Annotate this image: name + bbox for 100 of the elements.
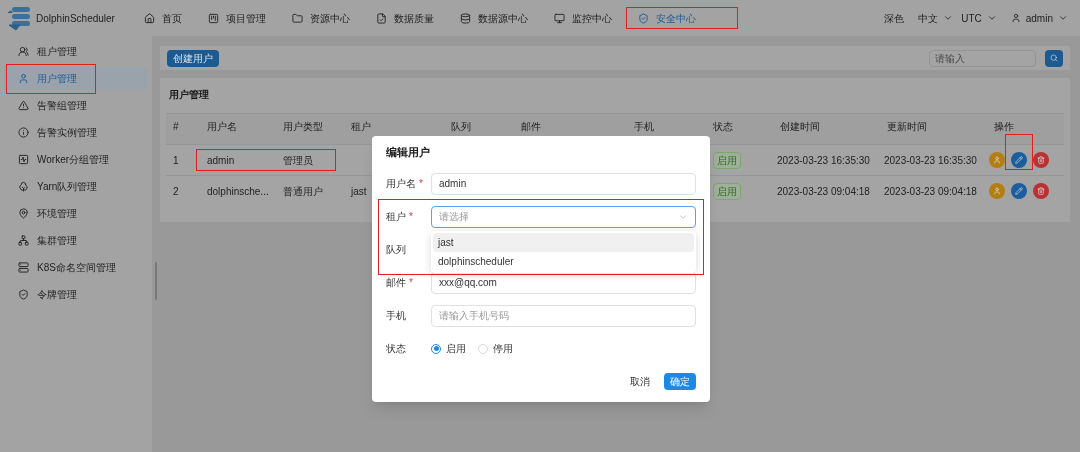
required-mark: * <box>409 276 413 290</box>
nav-tab[interactable]: 数据源中心 <box>448 8 540 28</box>
search-button[interactable] <box>1045 49 1063 67</box>
sidebar-item[interactable]: 告警实例管理 <box>5 121 147 143</box>
field-label: 队列 <box>386 243 406 257</box>
field-label: 状态 <box>386 342 406 356</box>
text-field[interactable]: admin <box>431 172 696 195</box>
search-icon <box>1050 54 1058 62</box>
delete-button[interactable] <box>1033 152 1049 168</box>
shield-icon <box>18 288 29 300</box>
authorize-button[interactable] <box>989 183 1005 199</box>
sidebar-item[interactable]: Yarn队列管理 <box>5 175 147 197</box>
nav-tab[interactable]: 监控中心 <box>542 8 624 28</box>
user-icon <box>18 72 29 84</box>
nav-tab[interactable]: 首页 <box>132 8 194 28</box>
users-icon <box>18 45 29 57</box>
user-menu[interactable]: admin <box>1010 10 1068 26</box>
timezone-select[interactable]: UTC <box>961 10 997 26</box>
logo-text: DolphinScheduler <box>36 11 115 26</box>
nav-tab[interactable]: 数据质量 <box>364 8 446 28</box>
pencil-icon <box>1015 187 1023 195</box>
chevron-icon <box>1058 13 1068 23</box>
table-cell: jast <box>351 185 367 197</box>
column-header: 状态 <box>713 121 733 132</box>
chart-icon <box>18 153 29 165</box>
nav-tab[interactable]: 项目管理 <box>196 8 278 28</box>
plant-icon <box>18 180 29 192</box>
column-header: 更新时间 <box>887 121 927 132</box>
trash-icon <box>1037 156 1045 164</box>
table-cell: 2023-03-23 09:04:18 <box>777 185 870 197</box>
user-icon <box>993 156 1001 164</box>
column-header: 队列 <box>451 121 471 132</box>
field-label: 用户名 <box>386 177 416 191</box>
sidebar-item[interactable]: K8S命名空间管理 <box>5 256 147 278</box>
column-header: 手机 <box>634 121 654 132</box>
language-select[interactable]: 中文 <box>918 10 954 26</box>
table-cell: 2 <box>173 185 179 197</box>
shield-icon <box>638 12 649 24</box>
chevron-icon <box>986 13 997 23</box>
field-label: 租户 <box>386 210 406 224</box>
document-icon <box>376 12 387 24</box>
chevron-icon <box>943 13 954 23</box>
dropdown-option[interactable]: dolphinscheduler <box>433 251 694 271</box>
home-icon <box>144 12 155 24</box>
user-icon <box>1010 13 1021 23</box>
search-field[interactable]: 请输入 <box>929 49 1036 67</box>
cancel-button[interactable]: 取消 <box>626 373 654 390</box>
theme-toggle[interactable]: 深色 <box>884 10 905 26</box>
dialog-title: 编辑用户 <box>386 145 431 160</box>
field-label: 手机 <box>386 309 406 323</box>
field-label: 邮件 <box>386 276 406 290</box>
table-cell: 2023-03-23 16:35:30 <box>777 154 870 166</box>
warning-icon <box>18 99 29 111</box>
sidebar-item[interactable]: 告警组管理 <box>5 94 147 116</box>
status-tag: 启用 <box>713 182 741 200</box>
table-cell: 普通用户 <box>283 185 323 197</box>
delete-button[interactable] <box>1033 183 1049 199</box>
info-icon <box>18 126 29 138</box>
column-header: 用户名 <box>207 121 237 132</box>
folder-icon <box>292 12 303 24</box>
confirm-button[interactable]: 确定 <box>664 373 696 390</box>
create-user-button[interactable]: 创建用户 <box>167 49 219 67</box>
column-header: 创建时间 <box>780 121 820 132</box>
radio-label: 启用 <box>446 342 466 356</box>
sidebar-item[interactable]: 令牌管理 <box>5 283 147 305</box>
card-title: 用户管理 <box>169 88 210 102</box>
edit-button[interactable] <box>1011 152 1027 168</box>
status-tag: 启用 <box>713 151 741 169</box>
database-icon <box>460 12 471 24</box>
table-cell: 管理员 <box>283 154 313 166</box>
nav-tab[interactable]: 资源中心 <box>280 8 362 28</box>
trash-icon <box>1037 187 1045 195</box>
user-icon <box>993 187 1001 195</box>
edit-button[interactable] <box>1011 183 1027 199</box>
sidebar-item[interactable]: 环境管理 <box>5 202 147 224</box>
authorize-button[interactable] <box>989 152 1005 168</box>
dropdown-option[interactable]: jast <box>433 232 694 252</box>
server-icon <box>18 261 29 273</box>
required-mark: * <box>409 210 413 224</box>
table-cell: 2023-03-23 09:04:18 <box>884 185 977 197</box>
network-icon <box>18 234 29 246</box>
pencil-icon <box>1015 156 1023 164</box>
column-header: 用户类型 <box>283 121 323 132</box>
sidebar-item[interactable]: Worker分组管理 <box>5 148 147 170</box>
column-header: 操作 <box>994 121 1014 132</box>
table-cell: 1 <box>173 154 179 166</box>
board-icon <box>208 12 219 24</box>
table-cell: admin <box>207 154 235 166</box>
column-header: # <box>173 121 179 132</box>
radio-label: 停用 <box>493 342 513 356</box>
column-header: 租户 <box>351 121 371 132</box>
required-mark: * <box>419 177 423 191</box>
sidebar-item[interactable]: 租户管理 <box>5 40 147 62</box>
pin-icon <box>18 207 29 219</box>
table-cell: 2023-03-23 16:35:30 <box>884 154 977 166</box>
monitor-icon <box>554 12 565 24</box>
table-cell: dolphinsche... <box>207 185 269 197</box>
sidebar-item[interactable]: 集群管理 <box>5 229 147 251</box>
scrollbar <box>155 262 157 300</box>
column-header: 邮件 <box>521 121 541 132</box>
